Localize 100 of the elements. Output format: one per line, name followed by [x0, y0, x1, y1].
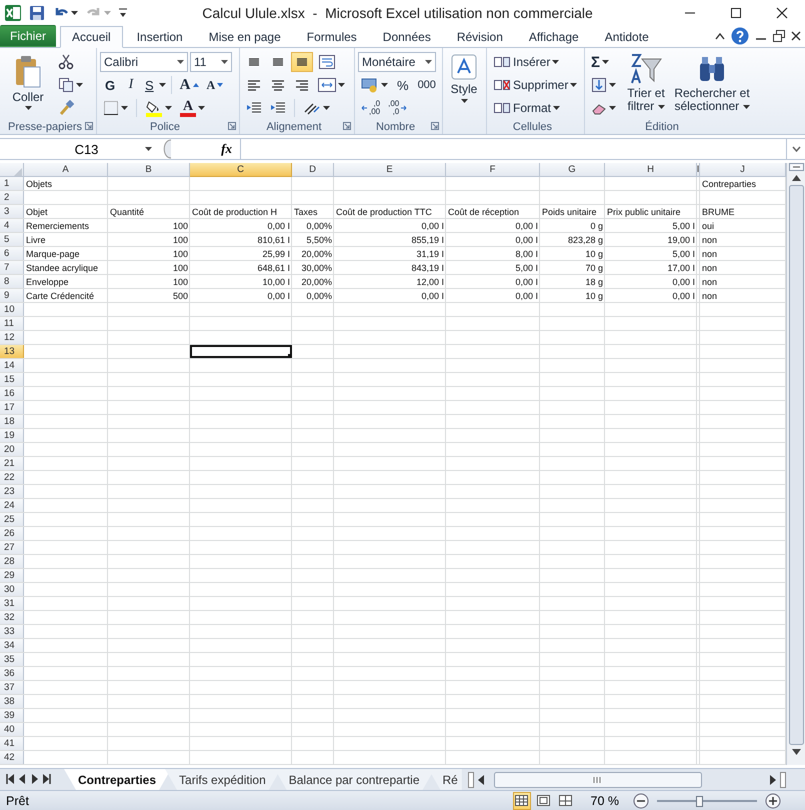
ribbon-tab[interactable]: Révision	[444, 26, 515, 48]
font-size-field[interactable]: 11	[190, 52, 232, 72]
dialog-launcher-icon[interactable]	[431, 122, 439, 130]
find-select-button[interactable]: Rechercher et sélectionner	[673, 50, 751, 119]
vertical-align-button[interactable]	[291, 52, 313, 72]
row-header[interactable]: 13	[0, 345, 24, 358]
sort-filter-button[interactable]: Trier et filtrer	[621, 50, 671, 119]
active-cell[interactable]	[190, 345, 292, 358]
cells-format-button[interactable]: Format	[490, 98, 580, 118]
scroll-left-icon[interactable]	[477, 775, 485, 785]
collapse-ribbon-icon[interactable]	[715, 32, 725, 40]
zoom-in-icon[interactable]	[765, 792, 781, 808]
italic-button[interactable]: I	[122, 75, 140, 95]
row-header[interactable]: 42	[0, 751, 24, 764]
row-header[interactable]: 10	[0, 303, 24, 316]
font-color-button[interactable]: A	[177, 98, 208, 118]
row-header[interactable]: 15	[0, 373, 24, 386]
row-header[interactable]: 16	[0, 387, 24, 400]
shrink-font-button[interactable]: A	[204, 75, 226, 95]
save-button[interactable]	[28, 4, 46, 22]
row-header[interactable]: 27	[0, 541, 24, 554]
scroll-thumb[interactable]	[788, 185, 804, 745]
row-header[interactable]: 18	[0, 415, 24, 428]
row-header[interactable]: 2	[0, 191, 24, 204]
ribbon-tab[interactable]: Formules	[294, 26, 369, 48]
row-header[interactable]: 1	[0, 177, 24, 190]
font-name-field[interactable]: Calibri	[100, 52, 188, 72]
row-header[interactable]: 38	[0, 695, 24, 708]
grow-font-button[interactable]: A	[176, 75, 202, 95]
row-header[interactable]: 40	[0, 723, 24, 736]
row-header[interactable]: 4	[0, 219, 24, 232]
row-header[interactable]: 28	[0, 555, 24, 568]
column-header[interactable]: A	[24, 163, 108, 177]
ribbon-tab[interactable]: Mise en page	[196, 26, 293, 48]
row-header[interactable]: 25	[0, 513, 24, 526]
file-tab[interactable]: Fichier	[0, 25, 56, 47]
dialog-launcher-icon[interactable]	[228, 122, 236, 130]
zoom-slider-thumb[interactable]	[696, 796, 703, 806]
number-format-field[interactable]: Monétaire	[358, 52, 436, 72]
bold-button[interactable]: G	[100, 75, 120, 95]
ribbon-tab[interactable]: Accueil	[60, 26, 123, 48]
column-header[interactable]: F	[446, 163, 540, 177]
row-header[interactable]: 33	[0, 625, 24, 638]
row-header[interactable]: 26	[0, 527, 24, 540]
row-header[interactable]: 9	[0, 289, 24, 302]
row-header[interactable]: 21	[0, 457, 24, 470]
zoom-out-icon[interactable]	[633, 792, 649, 808]
cells-delete-button[interactable]: Supprimer	[490, 75, 580, 95]
restore-workbook-icon[interactable]	[773, 30, 785, 42]
split-box-icon[interactable]	[788, 163, 804, 171]
previous-sheet-icon[interactable]	[19, 774, 26, 784]
dialog-launcher-icon[interactable]	[85, 122, 93, 130]
insert-function-button[interactable]: fx	[221, 141, 232, 157]
ribbon-tab[interactable]: Antidote	[592, 26, 661, 48]
scroll-right-icon[interactable]	[769, 775, 777, 785]
row-header[interactable]: 6	[0, 247, 24, 260]
autosum-button[interactable]: Σ	[588, 52, 619, 72]
ribbon-tab[interactable]: Affichage	[516, 26, 591, 48]
paste-button[interactable]: Coller	[3, 50, 53, 119]
row-header[interactable]: 32	[0, 611, 24, 624]
row-header[interactable]: 11	[0, 317, 24, 330]
normal-view-button[interactable]	[512, 792, 530, 810]
help-icon[interactable]	[731, 27, 749, 45]
horizontal-scroll-thumb[interactable]	[494, 772, 702, 788]
next-sheet-icon[interactable]	[31, 774, 38, 784]
column-header[interactable]: C	[190, 163, 292, 177]
style-button[interactable]: Style	[446, 50, 482, 134]
column-header[interactable]: H	[605, 163, 697, 177]
dialog-launcher-icon[interactable]	[343, 122, 351, 130]
row-header[interactable]: 5	[0, 233, 24, 246]
row-header[interactable]: 35	[0, 653, 24, 666]
column-header[interactable]: B	[108, 163, 190, 177]
increase-decimal-button[interactable]: ,0 ,00	[358, 98, 384, 118]
row-header[interactable]: 14	[0, 359, 24, 372]
row-header[interactable]: 8	[0, 275, 24, 288]
row-header[interactable]: 29	[0, 569, 24, 582]
column-header[interactable]: D	[292, 163, 334, 177]
row-header[interactable]: 23	[0, 485, 24, 498]
row-header[interactable]: 3	[0, 205, 24, 218]
merge-center-button[interactable]	[315, 75, 348, 95]
row-header[interactable]: 37	[0, 681, 24, 694]
split-handle-icon[interactable]	[780, 772, 786, 788]
row-header[interactable]: 30	[0, 583, 24, 596]
last-sheet-icon[interactable]	[43, 774, 51, 784]
thousands-button[interactable]: 000	[414, 75, 439, 95]
row-header[interactable]: 17	[0, 401, 24, 414]
row-header[interactable]: 12	[0, 331, 24, 344]
row-header[interactable]: 19	[0, 429, 24, 442]
percent-button[interactable]: %	[393, 75, 413, 95]
cells-insert-button[interactable]: Insérer	[490, 52, 580, 72]
row-header[interactable]: 24	[0, 499, 24, 512]
sheet-tab[interactable]: Ré	[428, 769, 462, 790]
row-header[interactable]: 39	[0, 709, 24, 722]
expand-formula-bar-icon[interactable]	[792, 146, 800, 152]
decrease-decimal-button[interactable]: ,00 ,0	[385, 98, 410, 118]
tab-split-handle-icon[interactable]	[468, 772, 474, 788]
ribbon-tab[interactable]: Insertion	[124, 26, 195, 48]
row-header[interactable]: 7	[0, 261, 24, 274]
row-header[interactable]: 36	[0, 667, 24, 680]
row-header[interactable]: 31	[0, 597, 24, 610]
